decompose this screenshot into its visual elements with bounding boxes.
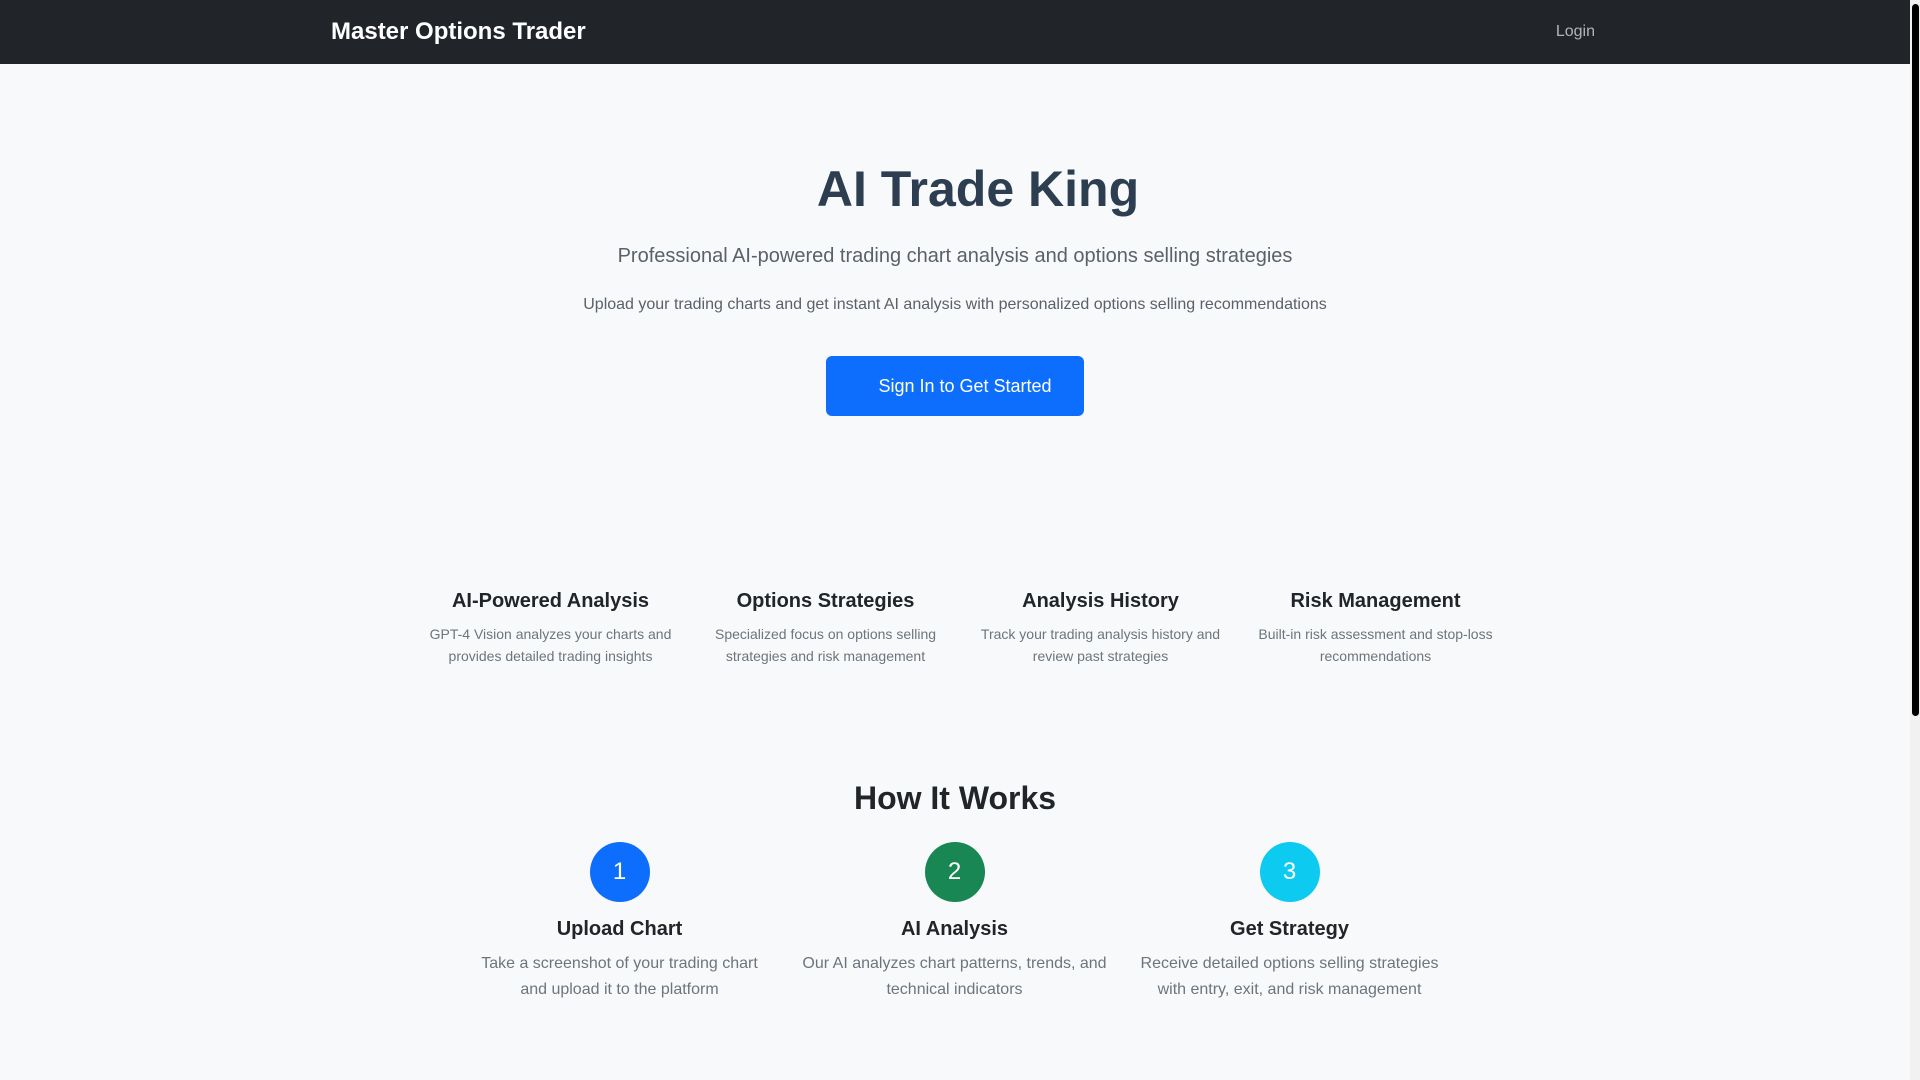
features-section: AI-Powered Analysis GPT-4 Vision analyze… [413,590,1513,667]
feature-text: GPT-4 Vision analyzes your charts and pr… [429,626,672,664]
feature-options-strategies: Options Strategies Specialized focus on … [688,590,963,667]
feature-text: Built-in risk assessment and stop-loss r… [1258,626,1493,664]
how-it-works-title: How It Works [853,780,1057,816]
feature-title: Options Strategies [736,590,915,612]
hero-title: AI Trade King [816,161,1140,217]
login-link[interactable]: Login [1556,23,1595,41]
hero-section: AI Trade King Professional AI-powered tr… [0,64,1910,416]
step-get-strategy: 3 Get Strategy Receive detailed options … [1122,842,1457,1003]
feature-analysis-history: Analysis History Track your trading anal… [963,590,1238,667]
feature-title: Risk Management [1290,590,1461,612]
brand-link[interactable]: Master Options Trader [331,18,586,46]
navbar: Master Options Trader Login [0,0,1910,64]
feature-risk-management: Risk Management Built-in risk assessment… [1238,590,1513,667]
step-title: Upload Chart [556,918,683,940]
how-it-works-steps: 1 Upload Chart Take a screenshot of your… [452,842,1457,1003]
step-number-badge: 1 [589,842,650,902]
page: Master Options Trader Login AI Trade Kin… [0,0,1920,1080]
sign-in-button-label: Sign In to Get Started [878,375,1052,396]
feature-text: Specialized focus on options selling str… [714,626,937,664]
page-scrollbar[interactable] [1910,0,1920,1080]
step-number-badge: 3 [1259,842,1320,902]
scrollbar-thumb[interactable] [1912,4,1919,716]
step-title: Get Strategy [1230,918,1349,940]
step-text: Take a screenshot of your trading chart … [481,955,758,998]
hero-subtitle: Professional AI-powered trading chart an… [617,245,1293,267]
step-title: AI Analysis [900,918,1009,940]
hero-lead: Upload your trading charts and get insta… [583,296,1327,313]
feature-title: Analysis History [1022,590,1179,612]
step-ai-analysis: 2 AI Analysis Our AI analyzes chart patt… [787,842,1122,1003]
step-text: Receive detailed options selling strateg… [1140,955,1439,998]
step-number-badge: 2 [924,842,985,902]
step-upload-chart: 1 Upload Chart Take a screenshot of your… [452,842,787,1003]
feature-title: AI-Powered Analysis [451,590,650,612]
feature-ai-analysis: AI-Powered Analysis GPT-4 Vision analyze… [413,590,688,667]
sign-in-button[interactable]: Sign In to Get Started [826,356,1084,416]
step-text: Our AI analyzes chart patterns, trends, … [802,955,1107,998]
navbar-container: Master Options Trader Login [331,18,1603,46]
feature-text: Track your trading analysis history and … [980,626,1221,664]
